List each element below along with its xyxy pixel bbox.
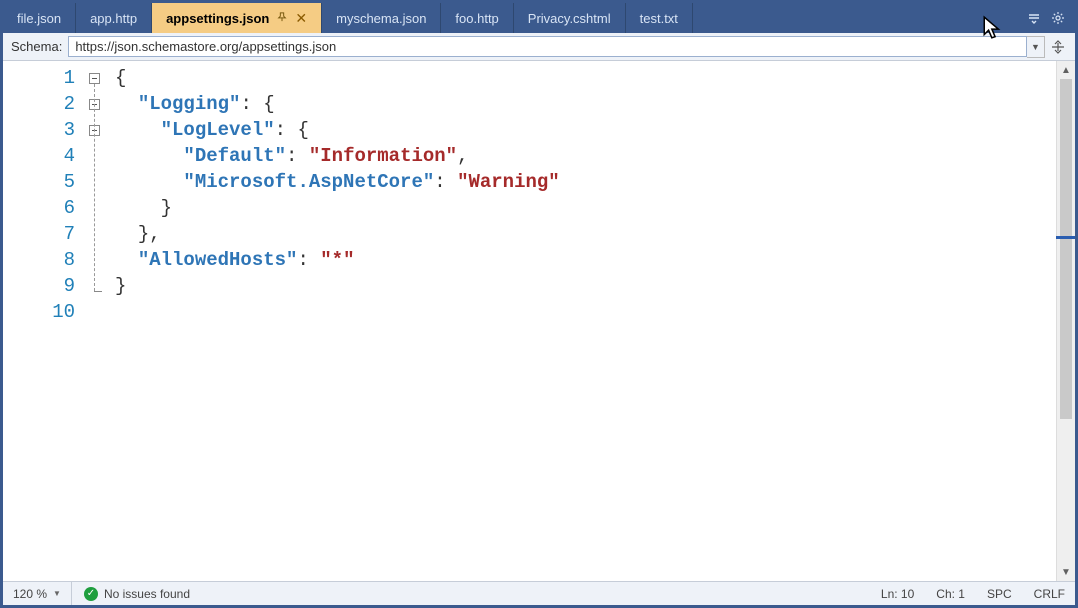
code-line: } [115,273,1075,299]
fold-gutter [83,61,115,581]
tab-label: file.json [17,11,61,26]
code-line [115,299,1075,325]
gear-icon[interactable] [1051,11,1065,25]
code-area[interactable]: { "Logging": { "LogLevel": { "Default": … [115,61,1075,581]
code-line: "Default": "Information", [115,143,1075,169]
pin-icon[interactable] [277,12,287,25]
editor[interactable]: 1 2 3 4 5 6 7 8 9 10 { "Logging": { "Log… [3,61,1075,581]
issues-text: No issues found [104,587,190,601]
tab-label: test.txt [640,11,678,26]
line-number: 4 [3,143,75,169]
vertical-scrollbar[interactable]: ▲ ▼ [1056,61,1075,581]
check-circle-icon: ✓ [84,587,98,601]
zoom-level[interactable]: 120 % ▼ [13,582,72,605]
cursor-line[interactable]: Ln: 10 [881,587,914,601]
tab-myschema-json[interactable]: myschema.json [322,3,441,33]
schema-label: Schema: [11,39,62,54]
cursor-col[interactable]: Ch: 1 [936,587,965,601]
code-line: "Logging": { [115,91,1075,117]
tab-privacy-cshtml[interactable]: Privacy.cshtml [514,3,626,33]
schema-input[interactable] [68,36,1027,57]
code-line: { [115,65,1075,91]
eol-mode[interactable]: CRLF [1034,587,1065,601]
tab-label: appsettings.json [166,11,269,26]
scroll-down-icon[interactable]: ▼ [1057,563,1075,581]
line-number: 3 [3,117,75,143]
indent-mode[interactable]: SPC [987,587,1012,601]
chevron-down-icon: ▼ [53,589,61,598]
line-number: 8 [3,247,75,273]
schema-bar: Schema: ▼ [3,33,1075,61]
tab-label: myschema.json [336,11,426,26]
tab-file-json[interactable]: file.json [3,3,76,33]
status-bar: 120 % ▼ ✓ No issues found Ln: 10 Ch: 1 S… [3,581,1075,605]
line-number: 6 [3,195,75,221]
code-line: }, [115,221,1075,247]
tab-bar: file.json app.http appsettings.json ✕ my… [3,3,1075,33]
scrollbar-thumb[interactable] [1060,79,1072,419]
line-number-gutter: 1 2 3 4 5 6 7 8 9 10 [3,61,83,581]
fold-guide [94,84,95,291]
line-number: 9 [3,273,75,299]
zoom-value: 120 % [13,587,47,601]
close-icon[interactable]: ✕ [295,10,307,27]
tab-label: app.http [90,11,137,26]
tab-label: foo.http [455,11,498,26]
fold-end-icon [94,291,102,292]
tab-appsettings-json[interactable]: appsettings.json ✕ [152,3,322,33]
issues-status[interactable]: ✓ No issues found [72,587,190,601]
tab-test-txt[interactable]: test.txt [626,3,693,33]
line-number: 7 [3,221,75,247]
line-number: 5 [3,169,75,195]
tab-app-http[interactable]: app.http [76,3,152,33]
line-number: 10 [3,299,75,325]
line-number: 1 [3,65,75,91]
tab-label: Privacy.cshtml [528,11,611,26]
code-line: "LogLevel": { [115,117,1075,143]
line-number: 2 [3,91,75,117]
caret-marker [1056,236,1075,239]
tab-foo-http[interactable]: foo.http [441,3,513,33]
code-line: "AllowedHosts": "*" [115,247,1075,273]
code-line: } [115,195,1075,221]
schema-dropdown-icon[interactable]: ▼ [1027,36,1045,58]
overflow-icon[interactable] [1027,11,1041,25]
scroll-up-icon[interactable]: ▲ [1057,61,1075,79]
split-editor-icon[interactable] [1049,36,1067,58]
code-line: "Microsoft.AspNetCore": "Warning" [115,169,1075,195]
fold-toggle-icon[interactable] [89,73,100,84]
